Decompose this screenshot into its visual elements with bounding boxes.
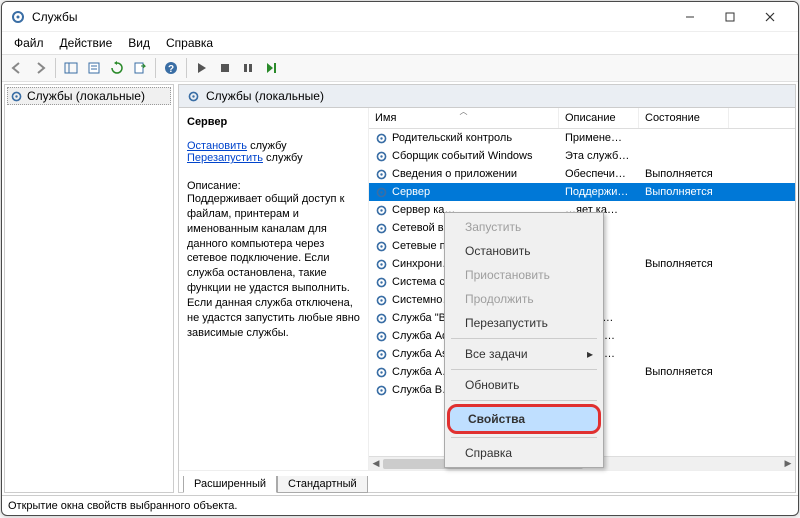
gear-icon (375, 132, 388, 145)
service-desc-cell: Обеспечи… (559, 168, 639, 180)
context-separator (451, 369, 597, 370)
service-state-cell: Выполняется (639, 366, 729, 378)
context-stop[interactable]: Остановить (447, 239, 601, 263)
table-row[interactable]: Родительский контроль Примене… (369, 129, 795, 147)
gear-icon (375, 222, 388, 235)
tab-standard[interactable]: Стандартный (277, 476, 368, 493)
table-row[interactable]: Сервер Поддержи…Выполняется (369, 183, 795, 201)
context-pause[interactable]: Приостановить (447, 263, 601, 287)
help-button[interactable]: ? (160, 57, 182, 79)
service-state-cell: Выполняется (639, 186, 729, 198)
gear-icon (375, 186, 388, 199)
window-title: Службы (32, 10, 670, 24)
scroll-left-icon[interactable]: ◀ (369, 457, 383, 470)
stop-service-link[interactable]: Остановить (187, 140, 247, 152)
selected-service-name: Сервер (187, 116, 360, 128)
show-hide-tree-button[interactable] (60, 57, 82, 79)
service-name-cell: Сервер (392, 186, 430, 198)
refresh-button[interactable] (106, 57, 128, 79)
gear-icon (10, 90, 23, 103)
service-name-cell: Сведения о приложении (392, 168, 517, 180)
gear-icon (375, 330, 388, 343)
gear-icon (375, 276, 388, 289)
stop-service-button[interactable] (214, 57, 236, 79)
context-resume[interactable]: Продолжить (447, 287, 601, 311)
menu-help[interactable]: Справка (158, 34, 221, 52)
gear-icon (375, 258, 388, 271)
table-row[interactable]: Сборщик событий Windows Эта служб… (369, 147, 795, 165)
gear-icon (375, 384, 388, 397)
export-button[interactable] (129, 57, 151, 79)
context-restart[interactable]: Перезапустить (447, 311, 601, 335)
context-all-tasks[interactable]: Все задачи ▸ (447, 342, 601, 366)
context-menu: Запустить Остановить Приостановить Продо… (444, 212, 604, 468)
restart-service-button[interactable] (260, 57, 282, 79)
properties-toolbar-button[interactable] (83, 57, 105, 79)
close-button[interactable] (750, 2, 790, 32)
context-start[interactable]: Запустить (447, 215, 601, 239)
column-description[interactable]: Описание (559, 108, 639, 128)
forward-button[interactable] (29, 57, 51, 79)
services-window: Службы Файл Действие Вид Справка ? (1, 1, 799, 516)
minimize-button[interactable] (670, 2, 710, 32)
menubar: Файл Действие Вид Справка (2, 32, 798, 54)
tree-pane: Службы (локальные) (4, 84, 174, 493)
maximize-button[interactable] (710, 2, 750, 32)
list-header: ︿ Имя Описание Состояние (369, 108, 795, 129)
back-button[interactable] (6, 57, 28, 79)
description-label: Описание: (187, 180, 360, 192)
restart-service-link-row: Перезапустить службу (187, 152, 360, 164)
gear-icon (375, 168, 388, 181)
gear-icon (375, 240, 388, 253)
sort-indicator-icon: ︿ (460, 108, 468, 117)
service-name-cell: Родительский контроль (392, 132, 512, 144)
context-separator (451, 400, 597, 401)
gear-icon (187, 90, 200, 103)
toolbar: ? (2, 54, 798, 82)
service-state-cell: Выполняется (639, 258, 729, 270)
column-state[interactable]: Состояние (639, 108, 729, 128)
scroll-right-icon[interactable]: ▶ (781, 457, 795, 470)
titlebar: Службы (2, 2, 798, 32)
context-refresh[interactable]: Обновить (447, 373, 601, 397)
gear-icon (375, 204, 388, 217)
svg-text:?: ? (168, 64, 174, 75)
context-separator (451, 338, 597, 339)
tree-root-label: Службы (локальные) (27, 89, 145, 103)
tab-extended[interactable]: Расширенный (183, 476, 277, 493)
view-tabs: Расширенный Стандартный (179, 470, 795, 492)
gear-icon (375, 294, 388, 307)
gear-icon (375, 312, 388, 325)
service-desc-cell: Примене… (559, 132, 639, 144)
service-desc-cell: Поддержи… (559, 186, 639, 198)
service-desc-cell: Эта служб… (559, 150, 639, 162)
table-row[interactable]: Сведения о приложении Обеспечи…Выполняетс… (369, 165, 795, 183)
restart-service-link[interactable]: Перезапустить (187, 152, 263, 164)
description-text: Поддерживает общий доступ к файлам, прин… (187, 192, 360, 340)
pane-header: Службы (локальные) (179, 85, 795, 108)
body: Службы (локальные) Службы (локальные) Се… (2, 82, 798, 495)
context-properties[interactable]: Свойства (447, 404, 601, 434)
pane-header-label: Службы (локальные) (206, 89, 324, 103)
gear-icon (375, 348, 388, 361)
submenu-arrow-icon: ▸ (587, 347, 593, 361)
context-separator (451, 437, 597, 438)
statusbar: Открытие окна свойств выбранного объекта… (2, 495, 798, 515)
service-state-cell: Выполняется (639, 168, 729, 180)
pause-service-button[interactable] (237, 57, 259, 79)
detail-pane: Сервер Остановить службу Перезапустить с… (179, 108, 369, 470)
start-service-button[interactable] (191, 57, 213, 79)
gear-icon (375, 150, 388, 163)
service-name-cell: Сборщик событий Windows (392, 150, 533, 162)
menu-action[interactable]: Действие (52, 34, 121, 52)
column-name[interactable]: ︿ Имя (369, 108, 559, 128)
statusbar-text: Открытие окна свойств выбранного объекта… (8, 500, 237, 512)
tree-root-node[interactable]: Службы (локальные) (7, 87, 171, 105)
menu-view[interactable]: Вид (120, 34, 158, 52)
menu-file[interactable]: Файл (6, 34, 52, 52)
gear-icon (375, 366, 388, 379)
app-gear-icon (10, 9, 26, 25)
context-help[interactable]: Справка (447, 441, 601, 465)
stop-service-link-row: Остановить службу (187, 140, 360, 152)
